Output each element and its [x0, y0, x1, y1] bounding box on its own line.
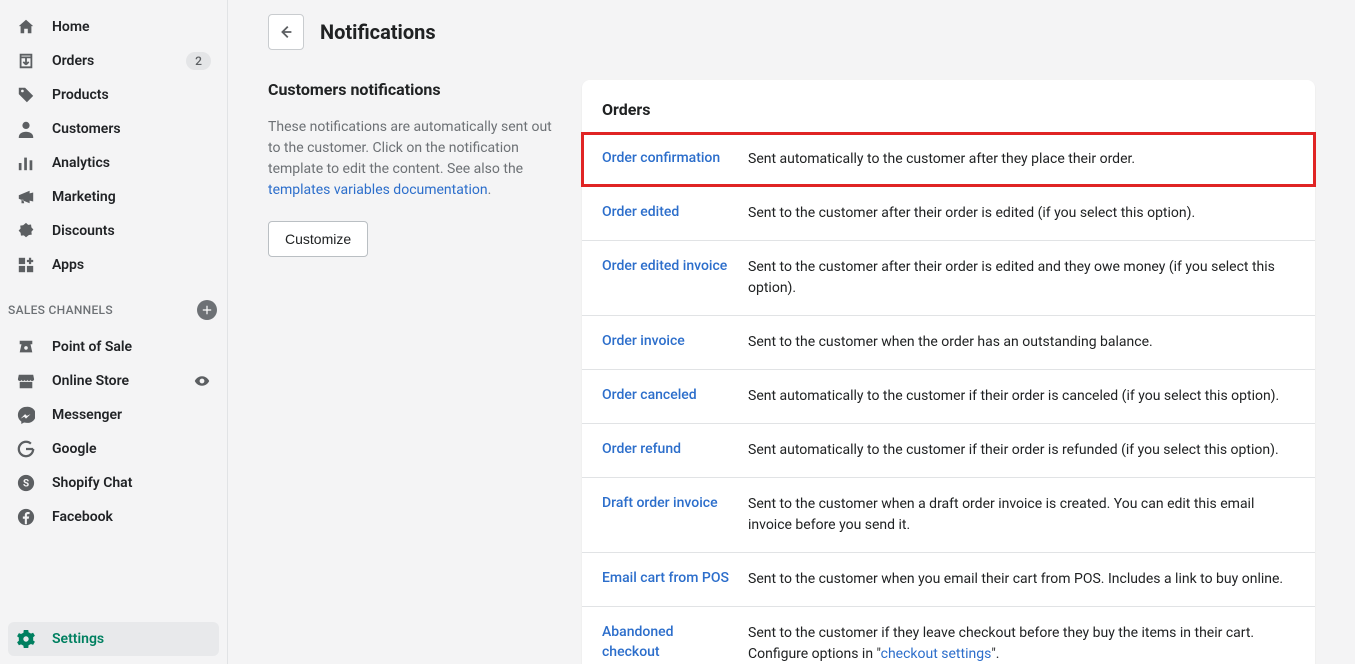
- notification-description: Sent to the customer after their order i…: [748, 257, 1295, 299]
- notification-link[interactable]: Email cart from POS: [602, 569, 730, 589]
- notification-link[interactable]: Order edited: [602, 203, 730, 223]
- notification-row: Abandoned checkout Sent to the customer i…: [582, 606, 1315, 664]
- card-title: Orders: [602, 100, 1295, 119]
- add-channel-button[interactable]: [197, 300, 217, 320]
- pos-icon: [16, 337, 36, 357]
- person-icon: [16, 119, 36, 139]
- discount-icon: [16, 221, 36, 241]
- channel-item-facebook[interactable]: Facebook: [8, 500, 219, 534]
- sidebar-item-analytics[interactable]: Analytics: [8, 146, 219, 180]
- sidebar-item-label: Customers: [52, 121, 211, 137]
- sidebar-item-label: Google: [52, 441, 211, 457]
- plus-icon: [201, 304, 213, 316]
- channel-item-messenger[interactable]: Messenger: [8, 398, 219, 432]
- notification-link[interactable]: Abandoned checkout: [602, 623, 730, 662]
- sidebar-item-label: Marketing: [52, 189, 211, 205]
- store-icon: [16, 371, 36, 391]
- arrow-left-icon: [277, 23, 295, 41]
- notification-description: Sent automatically to the customer if th…: [748, 440, 1295, 461]
- sidebar-item-label: Settings: [52, 631, 211, 647]
- section-description: These notifications are automatically se…: [268, 117, 558, 201]
- checkout-settings-link[interactable]: checkout settings: [881, 646, 992, 662]
- gear-icon: [16, 629, 36, 649]
- section-title: Customers notifications: [268, 80, 558, 99]
- notification-link[interactable]: Order edited invoice: [602, 257, 730, 277]
- analytics-icon: [16, 153, 36, 173]
- back-button[interactable]: [268, 14, 304, 50]
- channel-item-shopify-chat[interactable]: S Shopify Chat: [8, 466, 219, 500]
- eye-icon[interactable]: [193, 372, 211, 390]
- sidebar: Home Orders 2 Products Customers: [0, 0, 228, 664]
- notification-description: Sent to the customer when you email thei…: [748, 569, 1295, 590]
- home-icon: [16, 17, 36, 37]
- notification-row: Order confirmation Sent automatically to …: [582, 133, 1315, 186]
- notification-row: Order canceled Sent automatically to the …: [582, 369, 1315, 423]
- notification-row: Order edited invoice Sent to the customer…: [582, 240, 1315, 315]
- sidebar-item-label: Point of Sale: [52, 339, 211, 355]
- sales-channels-header: SALES CHANNELS: [0, 286, 227, 326]
- notification-link[interactable]: Draft order invoice: [602, 494, 730, 514]
- sidebar-item-settings[interactable]: Settings: [8, 622, 219, 656]
- sidebar-item-orders[interactable]: Orders 2: [8, 44, 219, 78]
- sidebar-item-products[interactable]: Products: [8, 78, 219, 112]
- messenger-icon: [16, 405, 36, 425]
- main-content: Notifications Customers notifications Th…: [228, 0, 1355, 664]
- notification-row: Order edited Sent to the customer after t…: [582, 186, 1315, 240]
- svg-text:S: S: [23, 479, 29, 490]
- apps-icon: [16, 255, 36, 275]
- sidebar-item-customers[interactable]: Customers: [8, 112, 219, 146]
- channel-item-google[interactable]: Google: [8, 432, 219, 466]
- notification-link[interactable]: Order confirmation: [602, 149, 730, 169]
- notification-description: Sent to the customer if they leave check…: [748, 623, 1295, 664]
- notification-description: Sent to the customer when a draft order …: [748, 494, 1295, 536]
- sidebar-item-label: Home: [52, 19, 211, 35]
- notification-description: Sent to the customer after their order i…: [748, 203, 1295, 224]
- orders-card: Orders Order confirmation Sent automatica…: [582, 80, 1315, 664]
- templates-variables-link[interactable]: templates variables documentation: [268, 182, 488, 198]
- sidebar-item-label: Products: [52, 87, 211, 103]
- sidebar-item-label: Orders: [52, 53, 186, 69]
- sidebar-item-label: Apps: [52, 257, 211, 273]
- sidebar-item-discounts[interactable]: Discounts: [8, 214, 219, 248]
- page-title: Notifications: [320, 20, 436, 44]
- channel-item-point-of-sale[interactable]: Point of Sale: [8, 330, 219, 364]
- notification-description: Sent automatically to the customer after…: [748, 149, 1295, 170]
- channel-item-online-store[interactable]: Online Store: [8, 364, 219, 398]
- notification-link[interactable]: Order refund: [602, 440, 730, 460]
- sidebar-item-label: Messenger: [52, 407, 211, 423]
- notification-link[interactable]: Order canceled: [602, 386, 730, 406]
- notification-description: Sent to the customer when the order has …: [748, 332, 1295, 353]
- notification-description: Sent automatically to the customer if th…: [748, 386, 1295, 407]
- orders-icon: [16, 51, 36, 71]
- notification-row: Draft order invoice Sent to the customer …: [582, 477, 1315, 552]
- sidebar-item-home[interactable]: Home: [8, 10, 219, 44]
- orders-badge: 2: [186, 52, 211, 70]
- tag-icon: [16, 85, 36, 105]
- sidebar-item-marketing[interactable]: Marketing: [8, 180, 219, 214]
- facebook-icon: [16, 507, 36, 527]
- sidebar-item-label: Discounts: [52, 223, 211, 239]
- notification-row: Email cart from POS Sent to the customer …: [582, 552, 1315, 606]
- sidebar-item-label: Online Store: [52, 373, 193, 389]
- notification-row: Order refund Sent automatically to the cu…: [582, 423, 1315, 477]
- section-sidebar: Customers notifications These notificati…: [268, 80, 558, 257]
- megaphone-icon: [16, 187, 36, 207]
- sidebar-item-label: Facebook: [52, 509, 211, 525]
- section-header-label: SALES CHANNELS: [8, 303, 113, 317]
- customize-button[interactable]: Customize: [268, 221, 368, 257]
- sidebar-item-apps[interactable]: Apps: [8, 248, 219, 282]
- sidebar-item-label: Shopify Chat: [52, 475, 211, 491]
- google-icon: [16, 439, 36, 459]
- chat-icon: S: [16, 473, 36, 493]
- sidebar-item-label: Analytics: [52, 155, 211, 171]
- notification-link[interactable]: Order invoice: [602, 332, 730, 352]
- notification-row: Order invoice Sent to the customer when t…: [582, 315, 1315, 369]
